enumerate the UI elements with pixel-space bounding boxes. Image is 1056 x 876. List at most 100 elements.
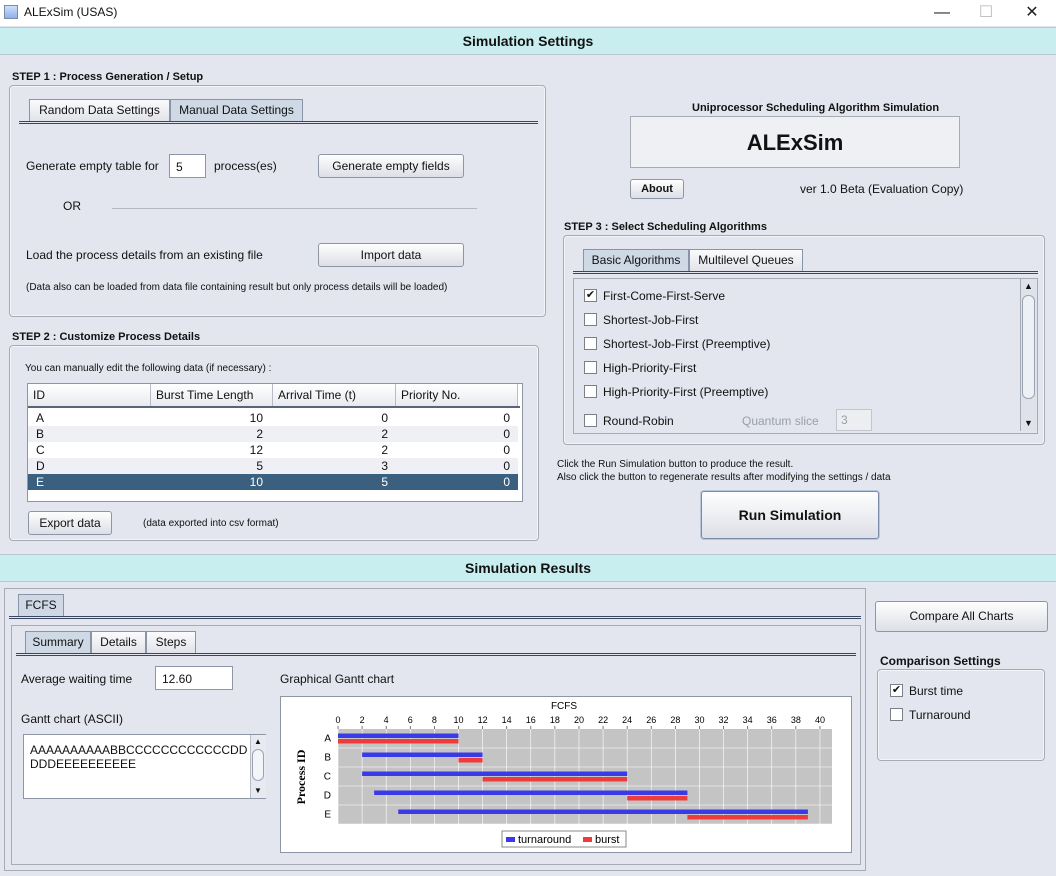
table-row[interactable]: C 12 2 0 [28, 442, 518, 458]
gantt-chart-frame: 0 2 4 6 8 10 12 14 16 18 20 22 24 26 28 30 32 34 36 38 40 AB… [280, 696, 852, 853]
x-tick-label: 40 [815, 715, 825, 725]
x-tick-label: 22 [598, 715, 608, 725]
table-row[interactable]: B 2 2 0 [28, 426, 518, 442]
export-note: (data exported into csv format) [143, 518, 279, 529]
scroll-up-icon[interactable]: ▲ [1024, 281, 1033, 291]
or-label: OR [63, 199, 81, 213]
x-tick-label: 28 [670, 715, 680, 725]
bar-turnaround-B [362, 752, 483, 757]
summary-panel: Summary Details Steps Average waiting ti… [11, 625, 861, 865]
about-button[interactable]: About [630, 179, 684, 199]
x-tick-label: 6 [408, 715, 413, 725]
x-tick-label: 10 [453, 715, 463, 725]
results-panel: FCFS Summary Details Steps Average waiti… [4, 588, 866, 871]
quantum-slice-label: Quantum slice [742, 414, 819, 428]
x-tick-label: 24 [622, 715, 632, 725]
process-count-input[interactable]: 5 [169, 154, 206, 178]
ascii-gantt-label: Gantt chart (ASCII) [21, 712, 124, 726]
tab-divider [19, 121, 538, 124]
y-category-label: B [324, 753, 331, 764]
table-row-selected[interactable]: E 10 5 0 [28, 474, 518, 490]
y-category-label: D [324, 791, 331, 802]
x-tick-label: 18 [550, 715, 560, 725]
comparison-settings-label: Comparison Settings [880, 654, 1001, 668]
app-subtitle: Uniprocessor Scheduling Algorithm Simula… [692, 102, 940, 114]
tab-summary[interactable]: Summary [25, 631, 91, 653]
version-label: ver 1.0 Beta (Evaluation Copy) [800, 182, 964, 196]
column-id[interactable]: ID [28, 384, 151, 406]
process-table: ID Burst Time Length Arrival Time (t) Pr… [27, 383, 523, 502]
ascii-gantt-textarea[interactable]: AAAAAAAAAABBCCCCCCCCCCCCDD DDDEEEEEEEEEE… [23, 734, 266, 799]
round-robin-label: Round-Robin [603, 414, 674, 428]
x-tick-label: 36 [767, 715, 777, 725]
algorithm-scrollbar[interactable]: ▲ ▼ [1020, 279, 1037, 431]
tab-manual-data-settings[interactable]: Manual Data Settings [170, 99, 303, 121]
tab-steps[interactable]: Steps [146, 631, 196, 653]
scroll-down-icon[interactable]: ▼ [254, 786, 262, 795]
y-category-label: C [324, 772, 331, 783]
generate-empty-fields-button[interactable]: Generate empty fields [318, 154, 464, 178]
table-row[interactable]: A 10 0 0 [28, 410, 518, 426]
burst-time-checkbox[interactable]: ✔ [890, 684, 903, 697]
ascii-scrollbar[interactable]: ▲ ▼ [250, 735, 266, 798]
tab-divider [16, 653, 856, 656]
load-label: Load the process details from an existin… [26, 248, 263, 262]
table-row[interactable]: D 5 3 0 [28, 458, 518, 474]
title-bar: ALExSim (USAS) — ☐ ✕ [0, 0, 1056, 26]
column-burst[interactable]: Burst Time Length [151, 384, 273, 406]
close-button[interactable]: ✕ [1012, 2, 1052, 24]
turnaround-checkbox[interactable] [890, 708, 903, 721]
table-header: ID Burst Time Length Arrival Time (t) Pr… [28, 384, 520, 406]
y-category-label: A [324, 734, 331, 745]
tab-fcfs[interactable]: FCFS [18, 594, 64, 616]
tab-divider [573, 271, 1038, 274]
sjf-label: Shortest-Job-First [603, 313, 699, 327]
round-robin-checkbox[interactable] [584, 414, 597, 427]
import-data-button[interactable]: Import data [318, 243, 464, 267]
fcfs-checkbox[interactable]: ✔ [584, 289, 597, 302]
sjf-checkbox[interactable] [584, 313, 597, 326]
scroll-thumb[interactable] [1022, 295, 1035, 399]
scroll-thumb[interactable] [252, 749, 264, 781]
x-tick-label: 34 [743, 715, 753, 725]
x-tick-label: 2 [360, 715, 365, 725]
x-tick-label: 12 [478, 715, 488, 725]
y-axis-label: Process ID [294, 749, 308, 804]
avg-wait-field[interactable]: 12.60 [155, 666, 233, 690]
column-arrival[interactable]: Arrival Time (t) [273, 384, 396, 406]
x-tick-label: 20 [574, 715, 584, 725]
quantum-slice-input[interactable]: 3 [836, 409, 872, 431]
tab-basic-algorithms[interactable]: Basic Algorithms [583, 249, 689, 271]
tab-random-data-settings[interactable]: Random Data Settings [29, 99, 170, 121]
y-category-label: E [324, 810, 331, 821]
tab-multilevel-queues[interactable]: Multilevel Queues [689, 249, 803, 271]
run-simulation-button[interactable]: Run Simulation [701, 491, 879, 539]
compare-all-charts-button[interactable]: Compare All Charts [875, 601, 1048, 632]
sjf-preemptive-checkbox[interactable] [584, 337, 597, 350]
bar-burst-A [338, 739, 459, 744]
import-note: (Data also can be loaded from data file … [26, 282, 448, 293]
export-data-button[interactable]: Export data [28, 511, 112, 535]
hpf-checkbox[interactable] [584, 361, 597, 374]
x-tick-label: 8 [432, 715, 437, 725]
maximize-button[interactable]: ☐ [966, 2, 1006, 24]
scroll-down-icon[interactable]: ▼ [1024, 418, 1033, 428]
java-app-icon [4, 5, 18, 19]
edit-hint: You can manually edit the following data… [25, 363, 272, 374]
tab-details[interactable]: Details [91, 631, 146, 653]
generate-prefix-label: Generate empty table for [26, 159, 159, 173]
legend-turnaround-swatch [506, 837, 515, 842]
column-priority[interactable]: Priority No. [396, 384, 518, 406]
x-tick-label: 38 [791, 715, 801, 725]
graphical-gantt-label: Graphical Gantt chart [280, 672, 395, 686]
comparison-panel: ✔ Burst time Turnaround [877, 669, 1045, 761]
step2-label: STEP 2 : Customize Process Details [12, 331, 201, 343]
x-tick-label: 14 [502, 715, 512, 725]
x-tick-label: 4 [384, 715, 389, 725]
bar-burst-C [482, 777, 628, 782]
fcfs-label: First-Come-First-Serve [603, 289, 725, 303]
hpf-preemptive-checkbox[interactable] [584, 385, 597, 398]
minimize-button[interactable]: — [922, 2, 962, 24]
scroll-up-icon[interactable]: ▲ [254, 737, 262, 746]
run-hint-2: Also click the button to regenerate resu… [557, 472, 891, 483]
